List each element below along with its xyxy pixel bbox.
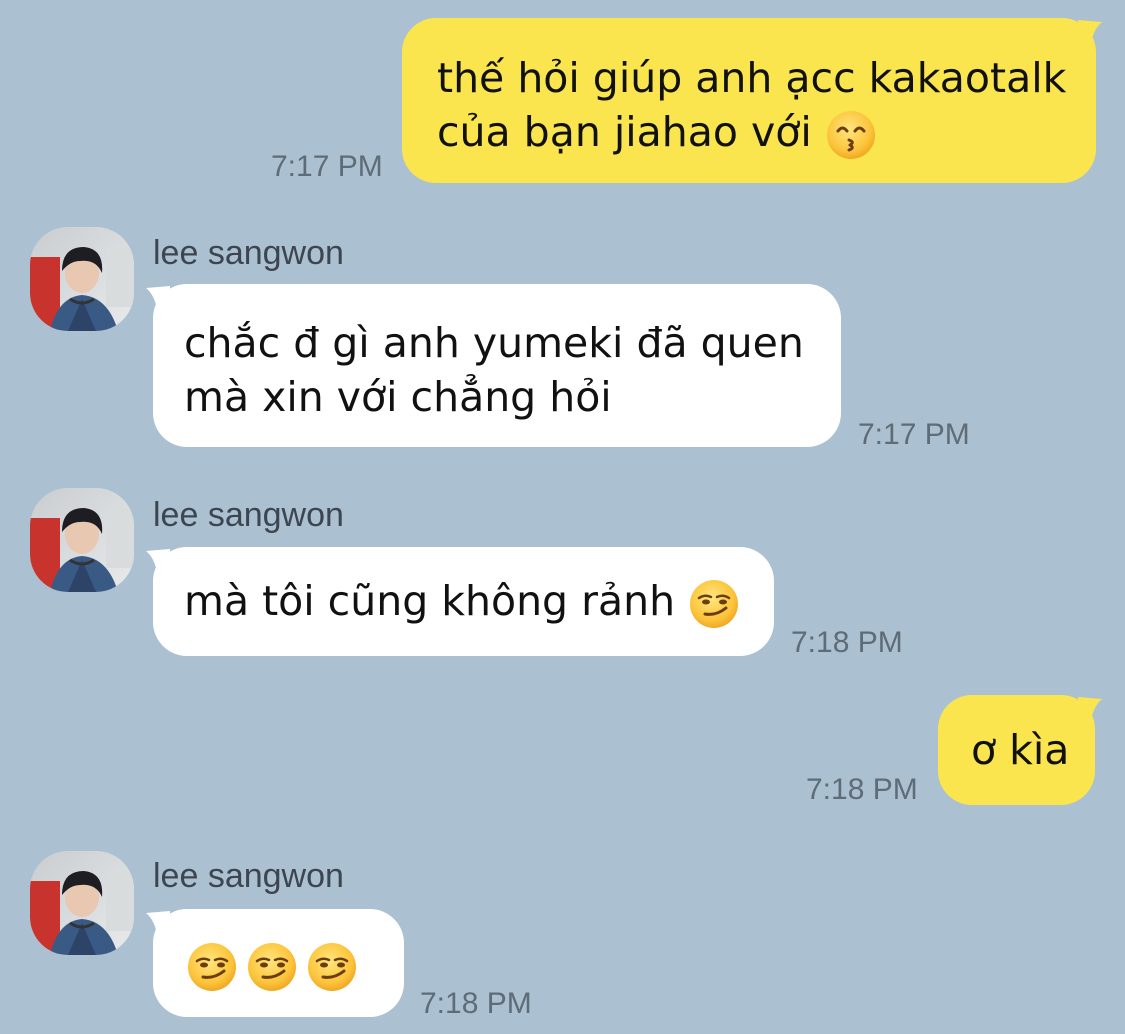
smirking-face-emoji [246, 941, 298, 993]
message-timestamp: 7:17 PM [858, 418, 970, 451]
message-bubble-incoming[interactable]: chắc đ gì anh yumeki đã quen mà xin với … [153, 284, 841, 447]
avatar[interactable] [30, 488, 134, 592]
smirking-face-emoji [306, 941, 358, 993]
sender-name: lee sangwon [153, 857, 344, 895]
message-timestamp: 7:18 PM [791, 626, 903, 659]
sender-name: lee sangwon [153, 234, 344, 272]
bubble-tail [1078, 697, 1102, 727]
avatar[interactable] [30, 851, 134, 955]
message-text-line: chắc đ gì anh yumeki đã quen [184, 319, 804, 367]
smirking-face-emoji [186, 941, 238, 993]
message-bubble-incoming[interactable] [153, 909, 404, 1017]
message-bubble-outgoing[interactable]: thế hỏi giúp anh ạcc kakaotalk của bạn j… [402, 18, 1096, 183]
message-timestamp: 7:18 PM [420, 987, 532, 1020]
message-text-line: mà xin với chẳng hỏi [184, 373, 612, 421]
kissing-face-with-smiling-eyes-emoji [825, 109, 877, 161]
sender-name: lee sangwon [153, 496, 344, 534]
message-bubble-incoming[interactable]: mà tôi cũng không rảnh [153, 547, 774, 656]
smirking-face-emoji [688, 578, 740, 630]
message-text-line: thế hỏi giúp anh ạcc kakaotalk [437, 54, 1067, 102]
message-bubble-outgoing[interactable]: ơ kìa [938, 695, 1095, 805]
message-text-line: ơ kìa [971, 726, 1070, 774]
avatar[interactable] [30, 227, 134, 331]
message-text-line: mà tôi cũng không rảnh [184, 577, 676, 625]
message-timestamp: 7:18 PM [806, 773, 918, 806]
message-text-line: của bạn jiahao với [437, 108, 812, 156]
message-timestamp: 7:17 PM [271, 150, 383, 183]
bubble-tail [1078, 20, 1102, 50]
